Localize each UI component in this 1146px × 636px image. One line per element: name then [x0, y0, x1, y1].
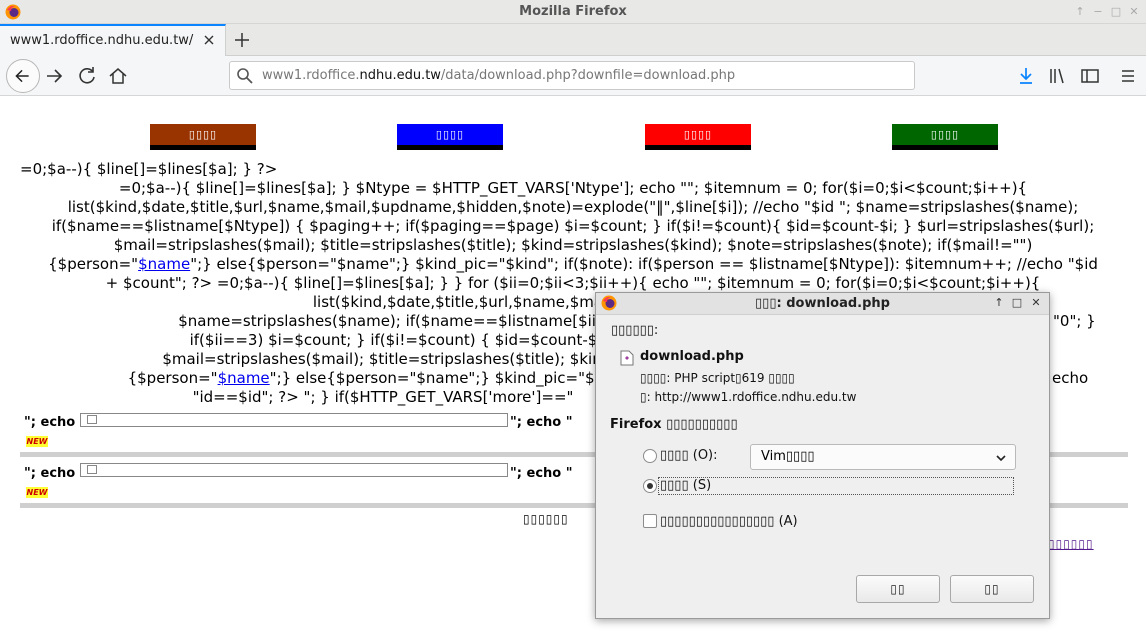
dialog-filename: download.php: [640, 349, 744, 364]
remember-label: ▯▯▯▯▯▯▯▯▯▯▯▯▯▯▯▯ (A): [660, 514, 798, 529]
code-line: =0;$a--){ $line[]=$lines[$a]; } $Ntype =…: [118, 179, 1028, 197]
menu-icon[interactable]: [1114, 62, 1142, 90]
code-line-tail: "0"; }: [1053, 312, 1096, 330]
open-with-radio[interactable]: [643, 449, 657, 463]
nav-button-red[interactable]: ▯▯▯▯: [645, 124, 751, 150]
name-link[interactable]: $name: [138, 255, 190, 273]
open-with-label: ▯▯▯▯ (O):: [660, 448, 718, 463]
back-button[interactable]: [6, 59, 40, 93]
code-line: =0;$a--){ $line[]=$lines[$a]; } ?>: [20, 160, 278, 178]
open-with-select[interactable]: Vim▯▯▯▯: [750, 444, 1016, 470]
library-icon[interactable]: [1044, 62, 1072, 90]
nav-button-green[interactable]: ▯▯▯▯: [892, 124, 998, 150]
echo-text: "; echo ": [24, 466, 87, 481]
file-source-label: ▯: http://www1.rdoffice.ndhu.edu.tw: [640, 390, 857, 404]
broken-image-icon: [87, 415, 97, 424]
window-maximize-icon[interactable]: □: [1108, 4, 1124, 20]
tab-strip: www1.rdoffice.ndhu.edu.tw/: [0, 24, 1146, 56]
window-title: Mozilla Firefox: [519, 4, 627, 19]
window-up-icon[interactable]: ↑: [1072, 4, 1088, 20]
echo-text: "; echo ": [510, 466, 573, 481]
nav-button-brown[interactable]: ▯▯▯▯: [150, 124, 256, 150]
ok-button[interactable]: ▯▯: [856, 575, 940, 603]
nav-button-blue[interactable]: ▯▯▯▯: [397, 124, 503, 150]
open-with-value: Vim▯▯▯▯: [761, 449, 815, 464]
downloads-icon[interactable]: [1012, 62, 1040, 90]
footer-text: ▯▯▯▯▯▯: [523, 512, 569, 526]
code-line: list($kind,$date,$title,$url,$name,$mail…: [67, 198, 1079, 216]
dialog-title: ▯▯▯: download.php: [755, 296, 890, 311]
file-type-label: ▯▯▯▯: PHP script▯619 ▯▯▯▯: [640, 371, 795, 385]
dialog-close-icon[interactable]: ✕: [1029, 296, 1043, 310]
tab-active[interactable]: www1.rdoffice.ndhu.edu.tw/: [0, 24, 226, 56]
save-file-radio[interactable]: [643, 479, 657, 493]
url-text: www1.rdoffice.ndhu.edu.tw/data/download.…: [262, 68, 736, 83]
nav-button-label: ▯▯▯▯: [435, 128, 465, 141]
dialog-maximize-icon[interactable]: □: [1010, 296, 1024, 310]
echo-text: "; echo ": [510, 415, 573, 430]
sidebar-icon[interactable]: [1076, 62, 1104, 90]
tab-title: www1.rdoffice.ndhu.edu.tw/: [10, 33, 194, 48]
cancel-button[interactable]: ▯▯: [950, 575, 1034, 603]
url-bar[interactable]: www1.rdoffice.ndhu.edu.tw/data/download.…: [229, 61, 915, 90]
download-dialog: ▯▯▯: download.php ↑ □ ✕ ▯▯▯▯▯▯: download…: [595, 292, 1050, 619]
save-file-focus-outline: [658, 477, 1014, 495]
reload-icon[interactable]: [73, 62, 101, 90]
save-file-label: ▯▯▯▯ (S): [660, 478, 712, 493]
window-titlebar: Mozilla Firefox ↑ − □ ✕: [0, 0, 1146, 24]
tab-close-icon[interactable]: [200, 31, 218, 49]
remember-checkbox[interactable]: [643, 514, 657, 528]
code-line: {$person="$name";} else{$person="$name";…: [48, 255, 1098, 273]
window-minimize-icon[interactable]: −: [1090, 4, 1106, 20]
code-line: if($name==$listname[$Ntype]) { $paging++…: [51, 217, 1095, 235]
code-line: $mail=stripslashes($mail); $title=strips…: [113, 236, 1033, 254]
code-line-tail: echo: [1052, 369, 1089, 387]
dialog-up-icon[interactable]: ↑: [992, 296, 1006, 310]
footer-link[interactable]: ▯▯▯▯▯▯: [1048, 537, 1094, 551]
code-line: + $count"; ?> =0;$a--){ $line[]=$lines[$…: [105, 274, 1041, 292]
forward-icon[interactable]: [40, 62, 68, 90]
chevron-down-icon: [996, 455, 1006, 462]
new-badge: NEW: [26, 436, 48, 447]
new-tab-icon[interactable]: [230, 28, 254, 52]
search-icon: [237, 68, 253, 84]
embedded-frame: [80, 413, 508, 427]
dialog-question: Firefox ▯▯▯▯▯▯▯▯▯▯: [610, 417, 738, 432]
navigation-toolbar: www1.rdoffice.ndhu.edu.tw/data/download.…: [0, 56, 1146, 96]
nav-button-label: ▯▯▯▯: [188, 128, 218, 141]
opening-label: ▯▯▯▯▯▯:: [611, 323, 659, 338]
nav-button-label: ▯▯▯▯: [930, 128, 960, 141]
echo-text: "; echo ": [24, 415, 87, 430]
home-icon[interactable]: [104, 62, 132, 90]
window-close-icon[interactable]: ✕: [1126, 4, 1142, 20]
new-badge: NEW: [26, 487, 48, 498]
embedded-frame: [80, 463, 508, 477]
file-icon: [620, 350, 634, 366]
nav-button-label: ▯▯▯▯: [683, 128, 713, 141]
name-link[interactable]: $name: [218, 369, 270, 387]
dialog-titlebar: ▯▯▯: download.php ↑ □ ✕: [596, 293, 1049, 315]
broken-image-icon: [87, 465, 97, 474]
